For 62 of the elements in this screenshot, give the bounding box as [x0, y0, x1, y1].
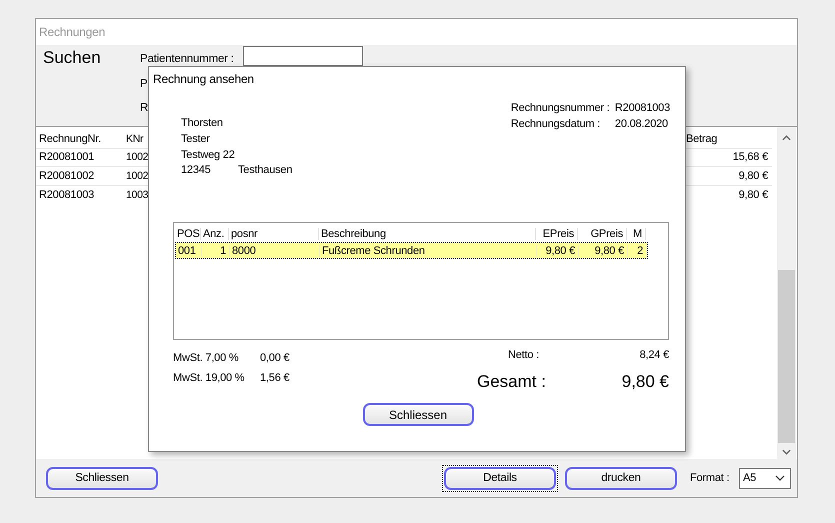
table-cell: 1002 — [126, 170, 148, 182]
close-button[interactable]: Schliessen — [362, 403, 474, 426]
info-label: Rechnungsdatum : — [510, 117, 602, 132]
print-button[interactable]: drucken — [563, 464, 679, 492]
info-label: Rechnungsnummer : — [510, 101, 611, 116]
zip-code: 12345 — [181, 163, 212, 178]
table-cell-text: 9,80 € — [738, 188, 769, 201]
table-cell-text: 15,68 € — [732, 151, 769, 164]
table-cell-text: R20081003 — [38, 188, 96, 201]
total-label: Gesamt : — [477, 372, 546, 392]
info-value: 20.08.2020 — [614, 117, 668, 132]
table-cell: 001 — [176, 244, 202, 256]
table-cell: 2 — [628, 244, 647, 256]
column-header: POS — [175, 228, 201, 240]
field-label: P — [140, 77, 148, 90]
total-value: 9,80 € — [622, 372, 669, 392]
field-label: R — [140, 101, 148, 114]
scroll-up-icon[interactable] — [782, 135, 791, 141]
scroll-down-icon[interactable] — [782, 449, 791, 455]
format-dropdown[interactable]: A5 — [739, 468, 791, 488]
vat-value: 1,56 € — [260, 371, 290, 386]
table-cell: 9,80 € — [537, 244, 579, 256]
column-header: GPreis — [578, 228, 627, 240]
vat-label: MwSt. 19,00 % — [173, 371, 246, 386]
table-cell: 1 — [202, 244, 230, 256]
vat-value: 0,00 € — [260, 351, 290, 366]
column-header: EPreis — [536, 228, 578, 240]
city-name: Testhausen — [238, 163, 292, 178]
info-value: R20081003 — [614, 101, 670, 116]
table-cell-text: R20081001 — [38, 151, 96, 164]
input-field[interactable] — [243, 46, 363, 66]
table-cell-text: 9,80 € — [738, 170, 769, 182]
column-header: KNr — [126, 132, 144, 145]
column-header: Beschreibung — [319, 228, 536, 240]
table-cell: 8000 — [230, 244, 320, 256]
dialog-title: Rechnung ansehen — [153, 72, 255, 86]
address-line: Tester — [181, 132, 211, 147]
table-cell: 1002 — [126, 151, 148, 164]
column-header: RechnungNr. — [38, 132, 102, 145]
table-cell: 9,80 € — [579, 244, 628, 256]
close-button[interactable]: Schliessen — [44, 464, 160, 492]
table-cell: Fußcreme Schrunden — [320, 244, 537, 256]
details-button[interactable]: Details — [442, 464, 558, 492]
window-title: Rechnungen — [39, 25, 106, 39]
format-label: Format : — [690, 472, 730, 484]
table-cell-text: R20081002 — [38, 170, 96, 182]
column-header: Betrag — [685, 132, 718, 145]
netto-label: Netto : — [508, 348, 540, 362]
table-cell: 1003 — [126, 188, 148, 201]
netto-value: 8,24 € — [640, 348, 669, 362]
column-header: Anz. — [201, 228, 229, 240]
vat-label: MwSt. 7,00 % — [173, 351, 240, 366]
address-line: Thorsten — [181, 116, 224, 131]
column-header: M — [627, 228, 646, 240]
scrollbar[interactable] — [777, 127, 796, 459]
search-heading: Suchen — [43, 48, 102, 69]
item-row[interactable]: 001 1 8000 Fußcreme Schrunden 9,80 € 9,80 € 2 — [175, 242, 648, 259]
field-label: Patientennummer : — [140, 52, 234, 65]
scroll-thumb[interactable] — [778, 270, 795, 443]
column-header: posnr — [229, 228, 319, 240]
chevron-down-icon — [775, 475, 785, 481]
address-line: Testweg 22 — [181, 148, 236, 163]
